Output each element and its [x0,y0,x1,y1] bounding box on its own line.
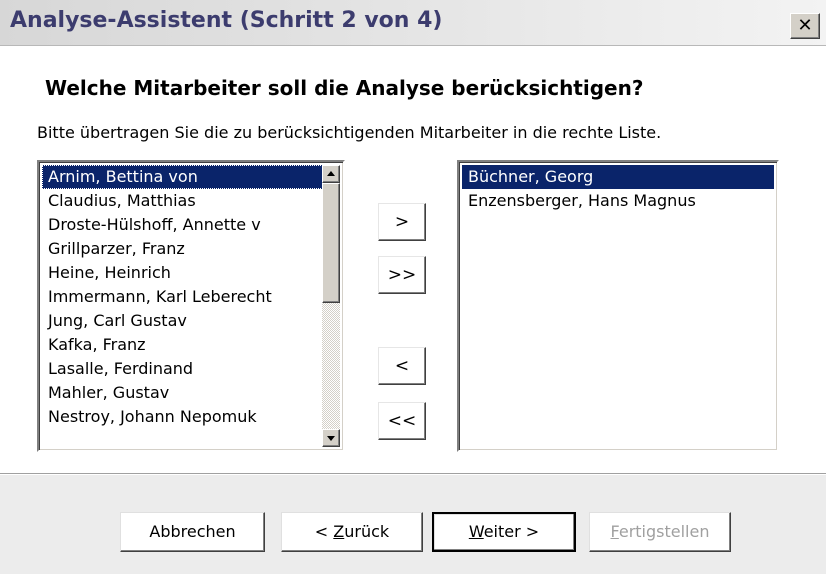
available-items: Arnim, Bettina von Claudius, Matthias Dros… [42,165,323,429]
list-item[interactable]: Enzensberger, Hans Magnus [462,189,774,213]
back-button[interactable]: < Zurück [281,512,423,552]
selected-employees-list[interactable]: Büchner, Georg Enzensberger, Hans Magnus [457,160,779,452]
scroll-thumb[interactable] [322,183,340,303]
wizard-content: Welche Mitarbeiter soll die Analyse berü… [0,46,826,473]
close-button[interactable]: ✕ [790,13,820,39]
window-title: Analyse-Assistent (Schritt 2 von 4) [10,8,443,33]
list-item[interactable]: Arnim, Bettina von [42,165,323,189]
cancel-button[interactable]: Abbrechen [120,512,265,552]
list-item[interactable]: Grillparzer, Franz [42,237,323,261]
remove-selected-button[interactable]: < [378,347,426,385]
list-item[interactable]: Lasalle, Ferdinand [42,357,323,381]
button-bar: Abbrechen < Zurück Weiter > Fertigstelle… [0,473,826,574]
step-heading: Welche Mitarbeiter soll die Analyse berü… [45,76,644,100]
next-mnemonic: W [468,522,484,541]
next-label-rest: eiter > [483,522,540,541]
list-item[interactable]: Jung, Carl Gustav [42,309,323,333]
list-item[interactable]: Nestroy, Johann Nepomuk [42,405,323,429]
list-item[interactable]: Claudius, Matthias [42,189,323,213]
list-item[interactable]: Immermann, Karl Leberecht [42,285,323,309]
list-item[interactable]: Büchner, Georg [462,165,774,189]
vertical-scrollbar[interactable] [322,165,340,447]
back-mnemonic: Z [333,522,345,541]
close-icon: ✕ [797,15,813,36]
finish-mnemonic: F [610,522,619,541]
back-label-rest: urück [344,522,390,541]
add-selected-button[interactable]: > [378,203,426,241]
list-item[interactable]: Heine, Heinrich [42,261,323,285]
list-item[interactable]: Kafka, Franz [42,333,323,357]
available-employees-list[interactable]: Arnim, Bettina von Claudius, Matthias Dros… [37,160,345,452]
title-bar: Analyse-Assistent (Schritt 2 von 4) ✕ [0,0,826,46]
selected-items: Büchner, Georg Enzensberger, Hans Magnus [462,165,774,213]
list-item[interactable]: Mahler, Gustav [42,381,323,405]
finish-button[interactable]: Fertigstellen [589,512,731,552]
next-button[interactable]: Weiter > [432,512,576,552]
scroll-down-button[interactable] [322,429,340,447]
scroll-up-button[interactable] [322,165,340,183]
finish-label-rest: ertigstellen [618,522,710,541]
add-all-button[interactable]: >> [378,256,426,294]
arrow-up-icon [327,171,335,176]
list-item[interactable]: Droste-Hülshoff, Annette v [42,213,323,237]
instruction-text: Bitte übertragen Sie die zu berücksichti… [37,123,662,142]
arrow-down-icon [327,436,335,441]
back-prefix: < [314,522,334,541]
remove-all-button[interactable]: << [378,402,426,440]
